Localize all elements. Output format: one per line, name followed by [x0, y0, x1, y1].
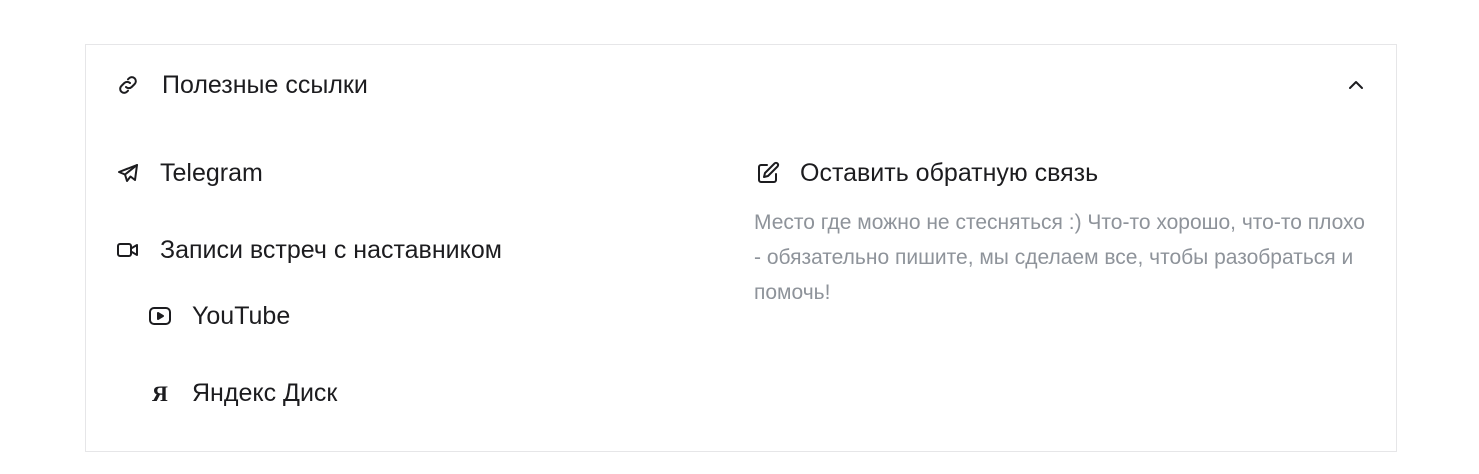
yandex-icon: Я [152, 381, 168, 406]
section-title: Полезные ссылки [162, 71, 368, 99]
telegram-label: Telegram [160, 159, 263, 187]
youtube-label: YouTube [192, 302, 291, 330]
chevron-up-icon[interactable] [1344, 73, 1368, 97]
useful-links-header[interactable]: Полезные ссылки [86, 45, 1396, 127]
youtube-link[interactable]: YouTube [148, 300, 368, 332]
telegram-icon [116, 161, 140, 185]
pencil-square-icon [756, 161, 780, 185]
yandex-disk-link[interactable]: Я Яндекс Диск [148, 377, 388, 409]
yandex-disk-label: Яндекс Диск [192, 379, 338, 407]
feedback-label: Оставить обратную связь [800, 159, 1099, 187]
telegram-link[interactable]: Telegram [116, 157, 336, 189]
video-camera-icon [116, 238, 140, 262]
link-icon [116, 73, 140, 97]
recordings-link[interactable]: Записи встреч с наставником [116, 234, 536, 266]
feedback-description: Место где можно не стесняться :) Что-то … [754, 211, 1365, 304]
youtube-icon [148, 304, 172, 328]
feedback-link[interactable]: Оставить обратную связь [756, 157, 1156, 189]
useful-links-card: Полезные ссылки Telegram Записи встреч с… [85, 44, 1397, 452]
recordings-label: Записи встреч с наставником [160, 236, 502, 264]
